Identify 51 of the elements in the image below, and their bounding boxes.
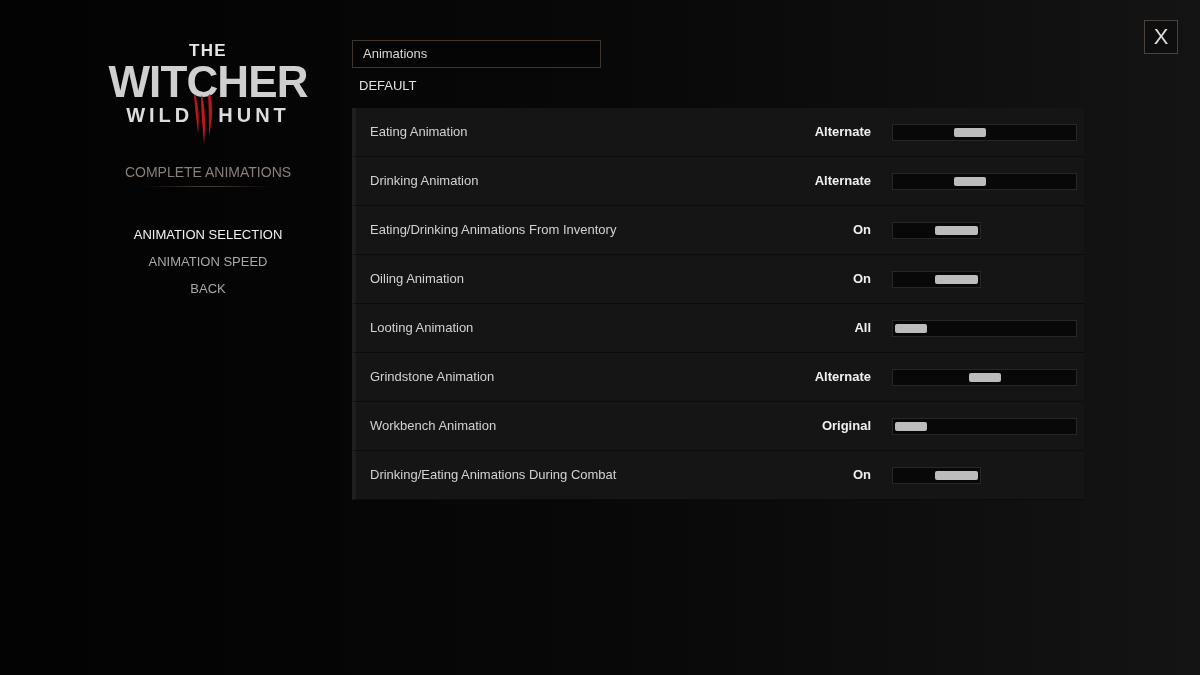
setting-row[interactable]: Drinking/Eating Animations During Combat On: [352, 451, 1084, 500]
menu-title: COMPLETE ANIMATIONS: [124, 164, 292, 180]
setting-label: Workbench Animation: [370, 417, 498, 436]
setting-value: Original: [821, 417, 871, 436]
slider-thumb[interactable]: [895, 323, 927, 333]
menu-item[interactable]: BACK: [190, 281, 226, 297]
toggle-knob[interactable]: [935, 470, 978, 480]
toggle-switch[interactable]: [892, 270, 981, 288]
setting-value: Alternate: [814, 172, 871, 191]
slider-track[interactable]: [892, 172, 1077, 190]
slider-track[interactable]: [892, 123, 1077, 141]
logo-text: THE: [188, 42, 228, 59]
setting-label: Oiling Animation: [370, 270, 465, 289]
category-header: Animations: [352, 40, 601, 68]
toggle-switch[interactable]: [892, 466, 981, 484]
setting-label: Grindstone Animation: [370, 368, 496, 387]
logo-text: HUNT: [218, 105, 290, 125]
setting-label: Drinking Animation: [370, 172, 480, 191]
setting-value: On: [852, 466, 871, 485]
setting-value: All: [854, 319, 871, 338]
setting-row[interactable]: Workbench Animation Original: [352, 402, 1084, 451]
slider-track[interactable]: [892, 319, 1077, 337]
setting-label: Eating/Drinking Animations From Inventory: [370, 221, 618, 240]
logo-text: WITCHER: [108, 60, 308, 104]
setting-row[interactable]: Drinking Animation Alternate: [352, 157, 1084, 206]
slider-thumb[interactable]: [954, 176, 986, 186]
setting-row[interactable]: Eating Animation Alternate: [352, 108, 1084, 157]
setting-label: Drinking/Eating Animations During Combat: [370, 466, 618, 485]
setting-row[interactable]: Oiling Animation On: [352, 255, 1084, 304]
menu-item[interactable]: ANIMATION SPEED: [148, 254, 268, 270]
preset-label: DEFAULT: [359, 78, 417, 94]
setting-row[interactable]: Grindstone Animation Alternate: [352, 353, 1084, 402]
setting-label: Eating Animation: [370, 123, 469, 142]
setting-row[interactable]: Looting Animation All: [352, 304, 1084, 353]
slider-thumb[interactable]: [969, 372, 1001, 382]
setting-value: Alternate: [814, 368, 871, 387]
slider-track[interactable]: [892, 417, 1077, 435]
setting-value: On: [852, 221, 871, 240]
slider-thumb[interactable]: [895, 421, 927, 431]
menu-item[interactable]: ANIMATION SELECTION: [133, 227, 283, 243]
toggle-knob[interactable]: [935, 225, 978, 235]
slider-track[interactable]: [892, 368, 1077, 386]
slider-thumb[interactable]: [954, 127, 986, 137]
setting-value: On: [852, 270, 871, 289]
setting-row[interactable]: Eating/Drinking Animations From Inventory On: [352, 206, 1084, 255]
setting-value: Alternate: [814, 123, 871, 142]
close-button[interactable]: X: [1144, 20, 1178, 54]
toggle-knob[interactable]: [935, 274, 978, 284]
logo-text: WILD: [126, 105, 194, 125]
toggle-switch[interactable]: [892, 221, 981, 239]
setting-label: Looting Animation: [370, 319, 475, 338]
